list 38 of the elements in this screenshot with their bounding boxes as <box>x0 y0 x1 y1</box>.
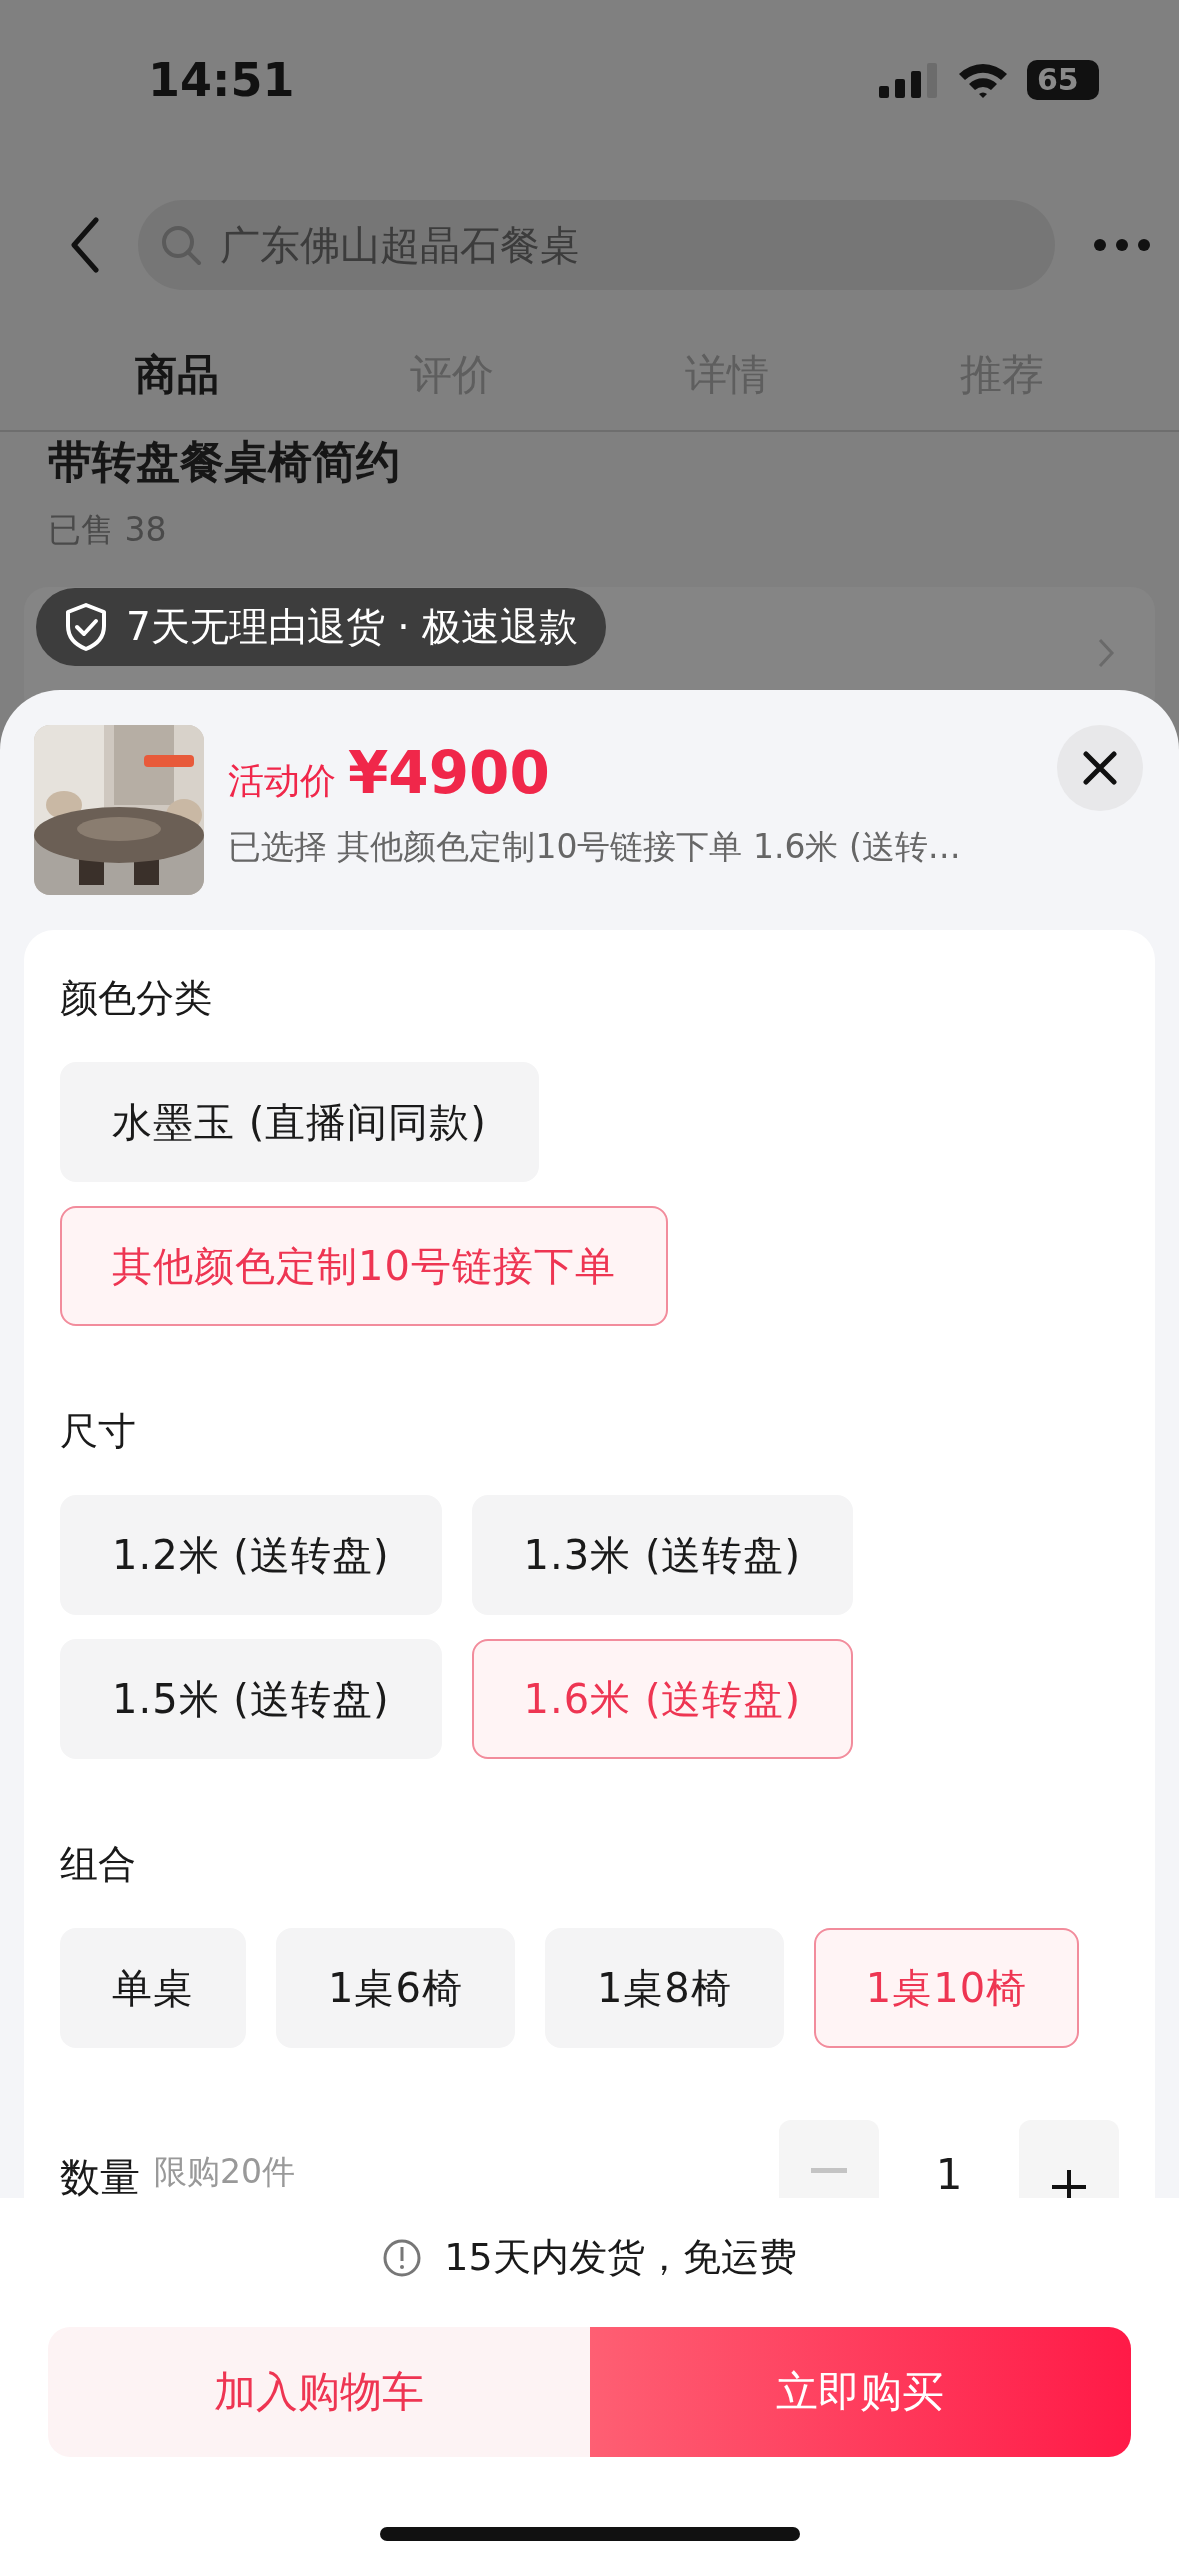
option-chip[interactable]: 1.5米 (送转盘) <box>60 1639 442 1759</box>
shield-check-icon <box>64 602 108 652</box>
more-icon[interactable] <box>1093 238 1151 252</box>
option-chip[interactable]: 1.6米 (送转盘) <box>471 1639 854 1759</box>
info-icon <box>382 2237 423 2278</box>
toast-text: 7天无理由退货 · 极速退款 <box>126 603 578 651</box>
option-chip[interactable]: 1.3米 (送转盘) <box>471 1495 854 1615</box>
tab[interactable]: 商品 <box>115 347 240 403</box>
purchase-limit: 限购20件 <box>154 2151 296 2193</box>
quantity-label: 数量 <box>60 2153 140 2198</box>
back-icon[interactable] <box>70 217 100 273</box>
selection-summary: 已选择 其他颜色定制10号链接下单 1.6米 (送转… <box>228 826 962 868</box>
plus-icon <box>1050 2168 1088 2198</box>
battery-level: 65 <box>1027 60 1099 100</box>
option-chip[interactable]: 1桌6椅 <box>276 1928 515 2048</box>
option-chip[interactable]: 水墨玉 (直播间同款) <box>60 1062 539 1182</box>
status-time: 14:51 <box>148 52 295 107</box>
option-group-title: 组合 <box>60 1841 137 1888</box>
option-chip[interactable]: 1桌8椅 <box>544 1928 784 2048</box>
option-chip[interactable]: 1桌10椅 <box>813 1928 1080 2048</box>
quantity-value: 1 <box>934 2149 964 2198</box>
signal-icon <box>879 62 939 98</box>
option-chip[interactable]: 单桌 <box>60 1928 246 2048</box>
add-to-cart-button[interactable]: 加入购物车 <box>48 2327 590 2457</box>
price-label: 活动价 <box>228 759 336 803</box>
option-chip[interactable]: 其他颜色定制10号链接下单 <box>60 1206 668 1326</box>
chevron-icon <box>1097 637 1115 669</box>
search-icon <box>160 224 202 266</box>
search-field[interactable]: 广东佛山超晶石餐桌 <box>138 200 1055 290</box>
product-title: 带转盘餐桌椅简约 <box>48 435 400 489</box>
wifi-icon <box>957 61 1009 99</box>
option-group-title: 颜色分类 <box>60 975 213 1022</box>
buy-now-button[interactable]: 立即购买 <box>589 2327 1131 2457</box>
option-group-title: 尺寸 <box>60 1408 137 1455</box>
close-icon <box>1082 750 1118 786</box>
price: ¥4900 <box>348 739 550 807</box>
option-chip[interactable]: 1.2米 (送转盘) <box>60 1495 442 1615</box>
shipping-notice: 15天内发货，免运费 <box>444 2234 797 2281</box>
